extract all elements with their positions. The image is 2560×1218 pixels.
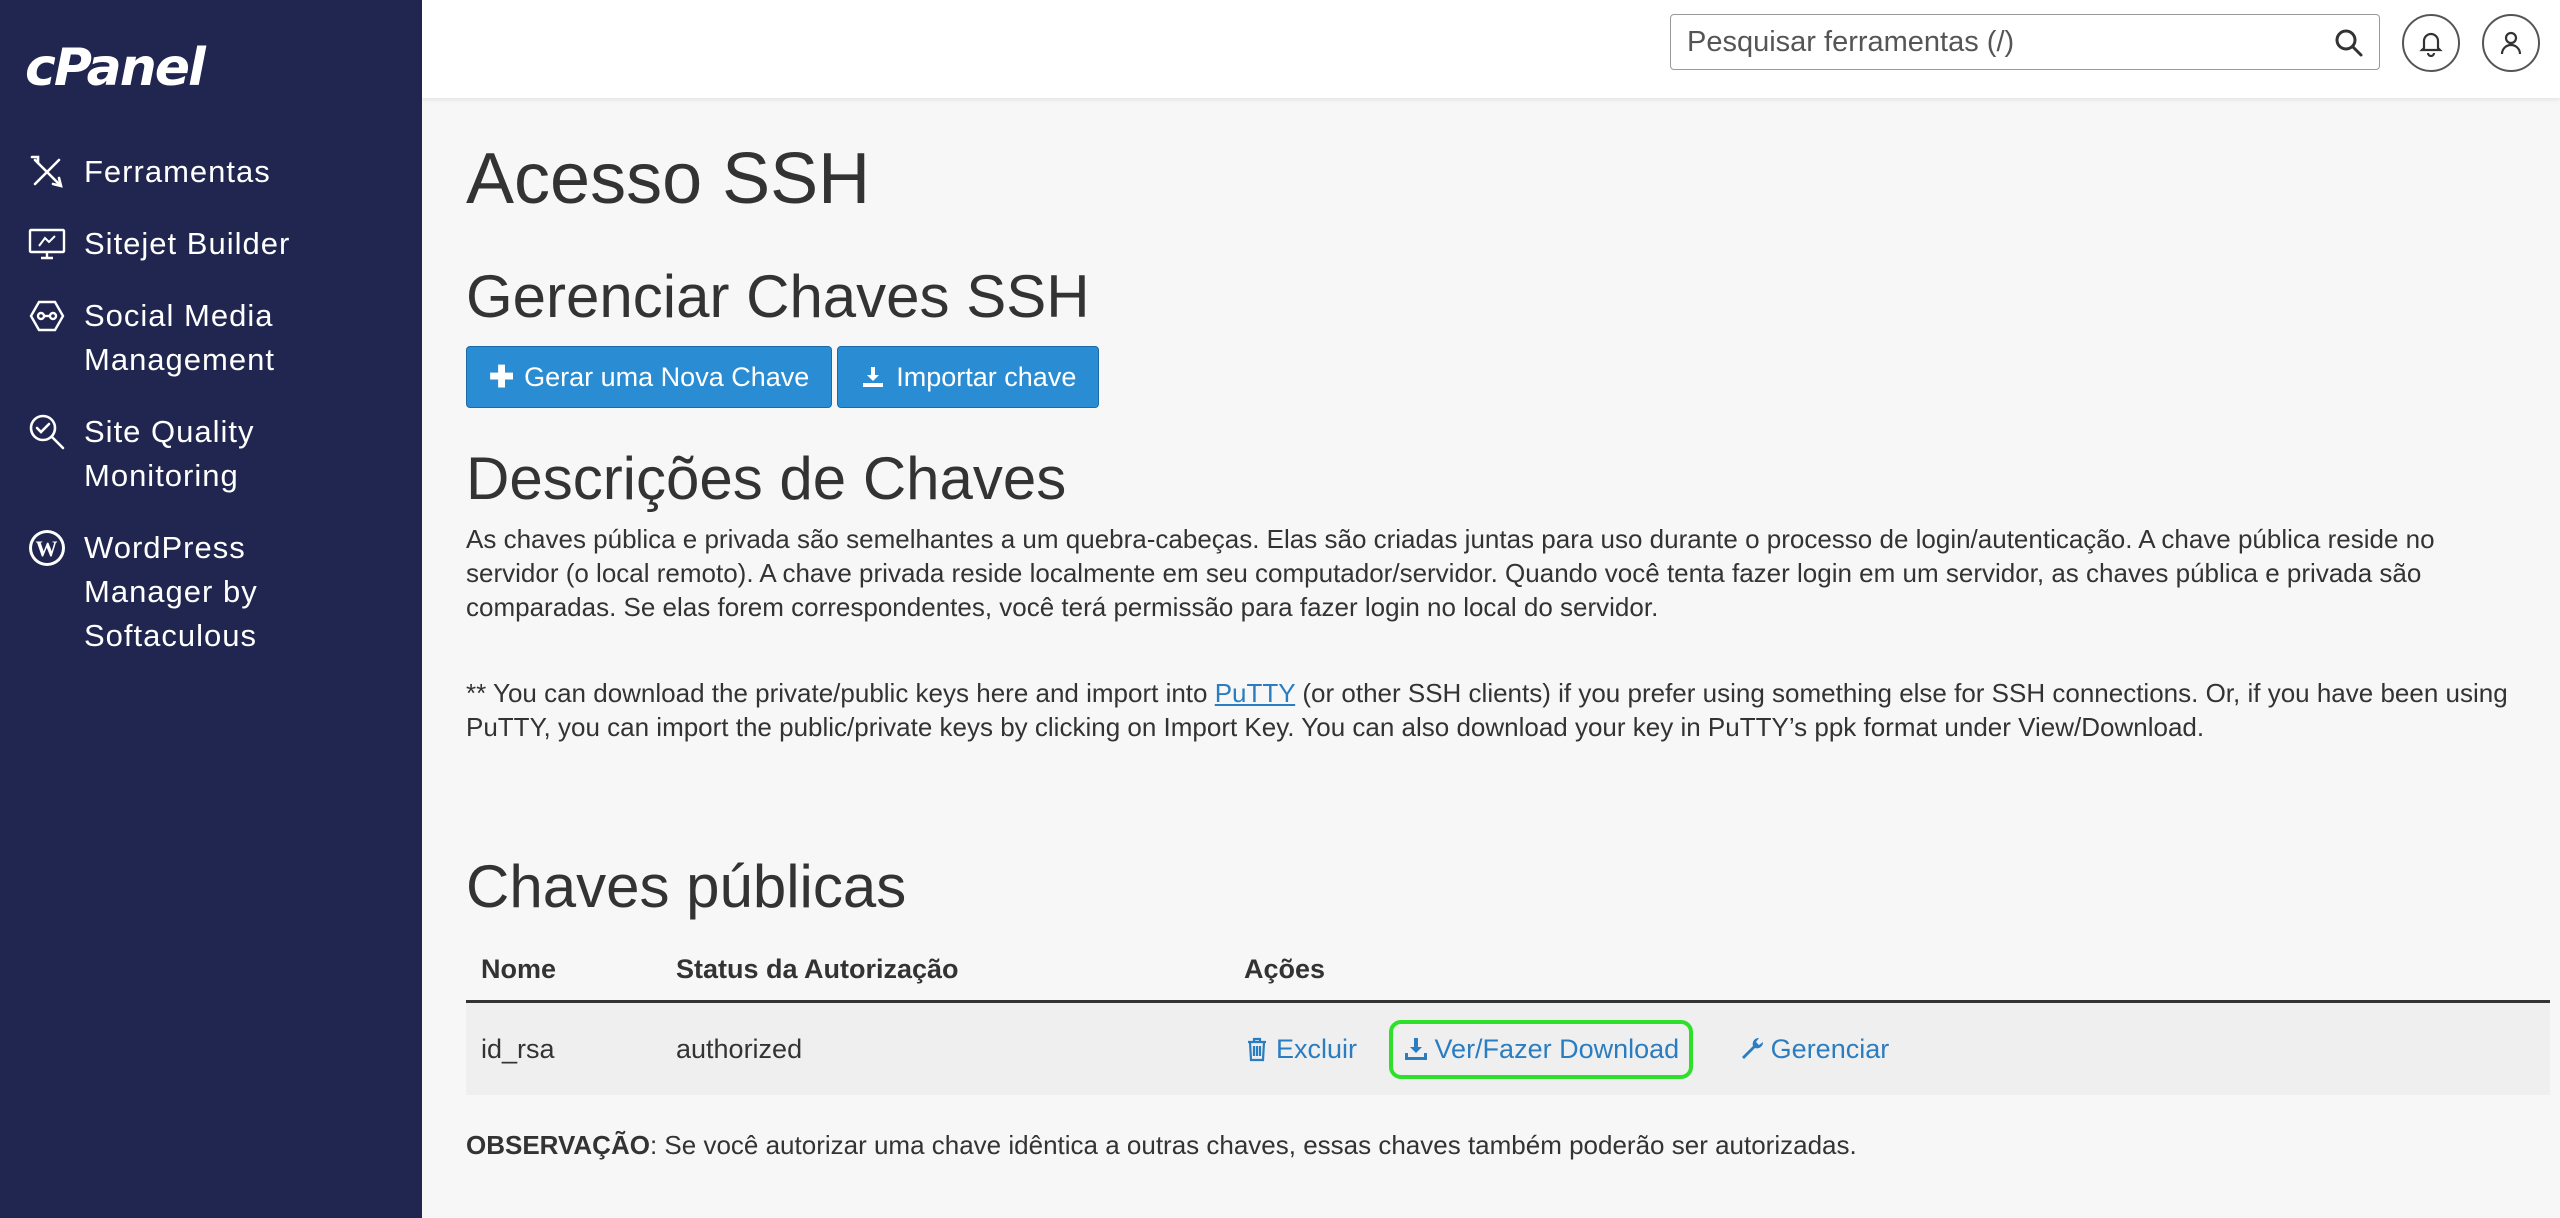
column-header-actions: Ações [1229, 938, 2550, 1003]
generate-key-button[interactable]: ✚ Gerar uma Nova Chave [466, 346, 833, 408]
public-keys-table: Nome Status da Autorização Ações id_rsa … [466, 938, 2550, 1095]
plus-icon: ✚ [489, 360, 515, 394]
key-name: id_rsa [466, 1001, 661, 1095]
observation-label: OBSERVAÇÃO [466, 1130, 650, 1160]
putty-link[interactable]: PuTTY [1215, 678, 1295, 708]
sidebar-item-site-quality[interactable]: Site Quality Monitoring [0, 410, 422, 498]
public-keys-heading: Chaves públicas [466, 853, 907, 920]
table-row: id_rsa authorized Excluir Ver/Fazer Down… [466, 1001, 2550, 1095]
sidebar-item-social-media[interactable]: Social Media Management [0, 294, 422, 382]
wordpress-icon: W [25, 526, 69, 570]
trash-icon [1248, 1037, 1266, 1062]
search-icon[interactable] [2333, 27, 2365, 59]
wrench-icon [1741, 1037, 1763, 1059]
search-box [1670, 14, 2380, 70]
cpanel-logo[interactable]: cPanel [25, 38, 206, 98]
sidebar: cPanel Ferramentas Sitejet Builder Socia… [0, 0, 422, 1218]
putty-info-text: ** You can download the private/public k… [466, 676, 2516, 744]
svg-text:W: W [36, 536, 59, 561]
sidebar-item-wordpress[interactable]: W WordPress Manager by Softaculous [0, 526, 422, 658]
key-actions-cell: Excluir Ver/Fazer Download Gerenciar [1229, 1001, 2550, 1095]
sidebar-item-label: Ferramentas [84, 154, 271, 189]
monitor-icon [25, 222, 69, 266]
import-key-button[interactable]: Importar chave [837, 346, 1100, 408]
topbar [422, 0, 2560, 98]
key-status: authorized [661, 1001, 1229, 1095]
sidebar-item-label: Sitejet Builder [84, 226, 291, 261]
import-icon [863, 367, 884, 387]
search-input[interactable] [1671, 15, 2327, 69]
table-header-row: Nome Status da Autorização Ações [466, 938, 2550, 1003]
sidebar-item-label: Site Quality Monitoring [84, 414, 255, 493]
download-icon [1404, 1038, 1427, 1060]
page-title: Acesso SSH [466, 139, 871, 219]
notifications-button[interactable] [2402, 14, 2460, 72]
column-header-status: Status da Autorização [661, 938, 1229, 1003]
observation-note: OBSERVAÇÃO: Se você autorizar uma chave … [466, 1130, 1857, 1161]
manage-key-link[interactable]: Gerenciar [1739, 1033, 1890, 1065]
generate-key-label: Gerar uma Nova Chave [524, 361, 810, 392]
view-download-key-link[interactable]: Ver/Fazer Download [1388, 1019, 1694, 1079]
manage-key-label: Gerenciar [1770, 1033, 1890, 1064]
column-header-name: Nome [466, 938, 661, 1003]
delete-key-link[interactable]: Excluir [1244, 1034, 1357, 1065]
manage-keys-heading: Gerenciar Chaves SSH [466, 263, 1090, 330]
sidebar-item-sitejet[interactable]: Sitejet Builder [0, 222, 422, 266]
putty-text-before: ** You can download the private/public k… [466, 678, 1215, 708]
key-descriptions-heading: Descrições de Chaves [466, 445, 1067, 512]
sidebar-item-label: WordPress Manager by Softaculous [84, 530, 258, 653]
tools-icon [25, 150, 69, 194]
key-description-text: As chaves pública e privada são semelhan… [466, 524, 2435, 622]
sidebar-item-label: Social Media Management [84, 298, 275, 377]
observation-text: : Se você autorizar uma chave idêntica a… [649, 1130, 1857, 1160]
bell-icon [2419, 32, 2443, 57]
social-icon [25, 294, 69, 338]
sidebar-item-ferramentas[interactable]: Ferramentas [0, 150, 422, 194]
key-actions: ✚ Gerar uma Nova Chave Importar chave [466, 346, 1104, 408]
magnifier-check-icon [25, 410, 69, 454]
import-key-label: Importar chave [896, 361, 1077, 392]
user-icon [2500, 31, 2522, 55]
delete-key-label: Excluir [1276, 1033, 1358, 1064]
user-menu-button[interactable] [2482, 14, 2540, 72]
sidebar-nav: Ferramentas Sitejet Builder Social Media… [0, 150, 422, 686]
view-download-key-label: Ver/Fazer Download [1434, 1033, 1680, 1064]
